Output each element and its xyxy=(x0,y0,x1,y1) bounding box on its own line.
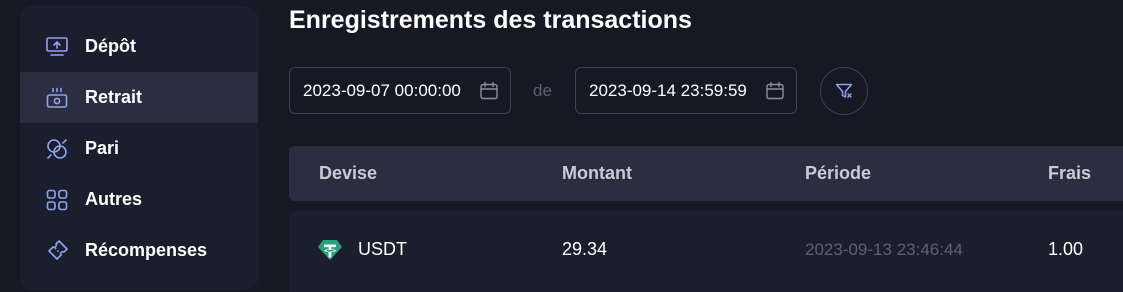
sidebar: Dépôt Retrait Pari Autres Récompenses xyxy=(20,6,258,290)
start-date-field[interactable]: 2023-09-07 00:00:00 xyxy=(289,67,511,114)
deposit-icon xyxy=(45,35,69,59)
end-date-field[interactable]: 2023-09-14 23:59:59 xyxy=(575,67,797,114)
grid-icon xyxy=(45,188,69,212)
column-header-period[interactable]: Période xyxy=(805,163,871,184)
page-title: Enregistrements des transactions xyxy=(289,6,692,34)
period-cell: 2023-09-13 23:46:44 xyxy=(805,240,963,259)
ticket-icon xyxy=(45,239,69,263)
column-header-currency[interactable]: Devise xyxy=(319,163,377,184)
column-header-amount[interactable]: Montant xyxy=(562,163,632,184)
start-date-value: 2023-09-07 00:00:00 xyxy=(303,80,461,100)
column-header-fee[interactable]: Frais xyxy=(1048,163,1091,184)
fee-cell: 1.00 xyxy=(1048,239,1084,259)
currency-cell: USDT xyxy=(358,239,407,259)
calendar-icon[interactable] xyxy=(479,81,499,101)
withdraw-icon xyxy=(45,86,69,110)
sidebar-item-others[interactable]: Autres xyxy=(20,174,258,225)
sidebar-item-label: Retrait xyxy=(85,87,143,107)
sidebar-item-rewards[interactable]: Récompenses xyxy=(20,225,258,276)
sidebar-item-label: Récompenses xyxy=(85,240,208,260)
table-row[interactable]: USDT 29.34 2023-09-13 23:46:44 1.00 xyxy=(289,211,1123,292)
table-header: Devise Montant Période Frais xyxy=(289,146,1123,201)
sidebar-item-label: Pari xyxy=(85,138,120,158)
end-date-value: 2023-09-14 23:59:59 xyxy=(589,80,747,100)
sidebar-item-deposit[interactable]: Dépôt xyxy=(20,21,258,72)
amount-cell: 29.34 xyxy=(562,239,608,259)
filter-icon xyxy=(835,83,853,98)
sidebar-item-withdraw[interactable]: Retrait xyxy=(20,72,258,123)
sidebar-item-label: Autres xyxy=(85,189,143,209)
sidebar-item-bet[interactable]: Pari xyxy=(20,123,258,174)
bet-icon xyxy=(45,137,69,161)
transactions-page: Dépôt Retrait Pari Autres Récompenses En… xyxy=(0,0,1123,292)
filter-button[interactable] xyxy=(820,67,868,115)
calendar-icon[interactable] xyxy=(765,81,785,101)
sidebar-item-label: Dépôt xyxy=(85,36,136,56)
usdt-icon xyxy=(318,240,342,260)
date-range-separator: de xyxy=(533,81,552,100)
